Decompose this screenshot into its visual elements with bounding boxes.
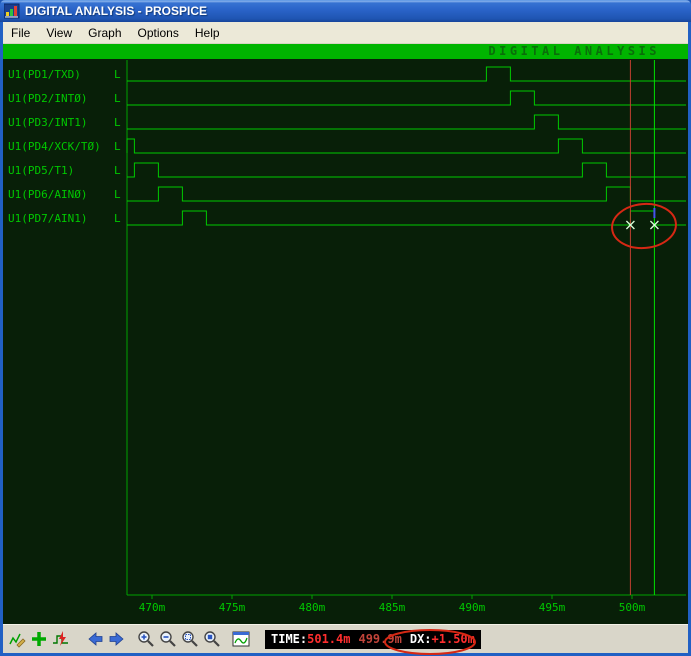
add-trace-button[interactable] bbox=[29, 629, 49, 649]
reference-cursor-time: 499.9m bbox=[358, 632, 402, 646]
arrow-right-icon bbox=[109, 632, 124, 646]
zoom-in-icon bbox=[138, 631, 154, 647]
window-title: DIGITAL ANALYSIS - PROSPICE bbox=[25, 4, 208, 18]
time-label: TIME: bbox=[271, 632, 308, 646]
pan-right-button[interactable] bbox=[107, 629, 127, 649]
conformance-graph-button[interactable] bbox=[231, 629, 251, 649]
menu-file[interactable]: File bbox=[3, 23, 38, 43]
menu-graph[interactable]: Graph bbox=[80, 23, 129, 43]
zoom-region-icon bbox=[182, 631, 198, 647]
menu-options[interactable]: Options bbox=[130, 23, 187, 43]
window-border-left bbox=[0, 22, 3, 653]
dx-value: +1.50m bbox=[431, 632, 475, 646]
bottom-toolbar: TIME: 501.4m 499.9m DX: +1.50m bbox=[3, 624, 688, 653]
app-window: 470m 475m 480m 485m 490m 495m 500m U1(PD1/TXD) L… bbox=[0, 0, 691, 656]
arrow-left-icon bbox=[88, 632, 103, 646]
graph-title-bar: DIGITAL ANALYSIS bbox=[3, 44, 688, 59]
graph-window-icon bbox=[232, 631, 250, 647]
edit-graph-button[interactable] bbox=[7, 629, 27, 649]
active-cursor-time: 501.4m bbox=[307, 632, 351, 646]
menu-view[interactable]: View bbox=[38, 23, 80, 43]
simulate-graph-button[interactable] bbox=[51, 629, 71, 649]
plot-area[interactable] bbox=[3, 59, 688, 624]
zoom-out-icon bbox=[160, 631, 176, 647]
title-bar[interactable]: DIGITAL ANALYSIS - PROSPICE bbox=[0, 0, 691, 22]
menu-help[interactable]: Help bbox=[187, 23, 228, 43]
zoom-full-button[interactable] bbox=[202, 629, 222, 649]
app-icon[interactable] bbox=[4, 3, 20, 19]
simulate-graph-icon bbox=[53, 631, 68, 646]
menu-bar: File View Graph Options Help bbox=[3, 22, 688, 44]
cursor-readout-panel: TIME: 501.4m 499.9m DX: +1.50m bbox=[265, 629, 481, 649]
pan-left-button[interactable] bbox=[85, 629, 105, 649]
add-trace-icon bbox=[32, 632, 46, 646]
zoom-out-button[interactable] bbox=[158, 629, 178, 649]
zoom-full-icon bbox=[204, 631, 220, 647]
zoom-region-button[interactable] bbox=[180, 629, 200, 649]
edit-graph-icon bbox=[9, 633, 26, 648]
dx-label: DX: bbox=[409, 632, 432, 646]
zoom-in-button[interactable] bbox=[136, 629, 156, 649]
